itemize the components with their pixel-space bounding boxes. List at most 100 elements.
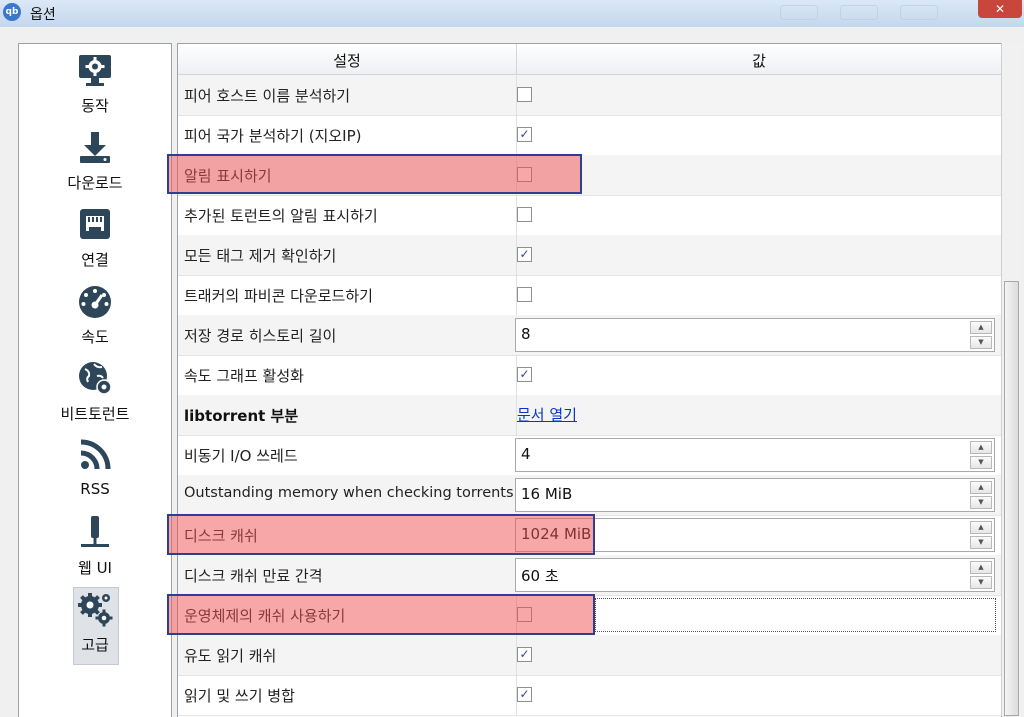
setting-name: 모든 태그 제거 확인하기 bbox=[184, 247, 337, 265]
setting-name: 디스크 캐쉬 만료 간격 bbox=[184, 567, 323, 585]
table-row: 모든 태그 제거 확인하기 ✓ bbox=[178, 235, 1001, 276]
setting-checkbox[interactable] bbox=[517, 207, 532, 222]
focus-rectangle bbox=[595, 598, 996, 632]
table-row: 유도 읽기 캐쉬 ✓ bbox=[178, 635, 1001, 676]
sidebar-item-downloads[interactable]: 다운로드 bbox=[19, 125, 171, 195]
close-button[interactable]: ✕ bbox=[978, 0, 1022, 18]
setting-spinbox[interactable]: 16 MiB ▲ ▼ bbox=[515, 478, 995, 512]
setting-name: 속도 그래프 활성화 bbox=[184, 367, 304, 385]
spinbox-value[interactable]: 16 MiB bbox=[521, 485, 572, 503]
setting-spinbox[interactable]: 1024 MiB ▲ ▼ bbox=[515, 518, 995, 552]
column-header-setting[interactable]: 설정 bbox=[178, 50, 516, 71]
setting-name: 트래커의 파비콘 다운로드하기 bbox=[184, 287, 373, 305]
setting-checkbox[interactable] bbox=[517, 87, 532, 102]
table-row: 피어 호스트 이름 분석하기 bbox=[178, 75, 1001, 116]
title-bar: qb 옵션 ✕ bbox=[0, 0, 1024, 27]
sidebar-item-label: 연결 bbox=[81, 251, 109, 269]
sidebar-item-connection[interactable]: 연결 bbox=[19, 202, 171, 272]
checkmark-icon: ✓ bbox=[519, 687, 530, 701]
spin-up-icon[interactable]: ▲ bbox=[970, 561, 992, 574]
vertical-scrollbar[interactable] bbox=[1001, 43, 1022, 716]
download-icon bbox=[80, 132, 110, 163]
setting-name: 비동기 I/O 쓰레드 bbox=[184, 447, 298, 465]
setting-checkbox[interactable]: ✓ bbox=[517, 127, 532, 142]
setting-checkbox[interactable] bbox=[517, 607, 532, 622]
setting-name: Outstanding memory when checking torrent… bbox=[184, 485, 514, 501]
table-row: 저장 경로 히스토리 길이 8 ▲ ▼ bbox=[178, 315, 1001, 356]
setting-name: 피어 호스트 이름 분석하기 bbox=[184, 87, 351, 105]
gears-icon bbox=[78, 593, 113, 627]
setting-name: 유도 읽기 캐쉬 bbox=[184, 647, 277, 665]
setting-checkbox[interactable]: ✓ bbox=[517, 367, 532, 382]
spin-down-icon[interactable]: ▼ bbox=[970, 576, 992, 589]
sidebar-item-web-ui[interactable]: 웹 UI bbox=[19, 510, 171, 580]
globe-gear-icon bbox=[79, 362, 112, 395]
spin-up-icon[interactable]: ▲ bbox=[970, 321, 992, 334]
spin-up-icon[interactable]: ▲ bbox=[970, 481, 992, 494]
window-title: 옵션 bbox=[30, 7, 56, 23]
sidebar-item-label: RSS bbox=[80, 480, 110, 498]
setting-spinbox[interactable]: 8 ▲ ▼ bbox=[515, 318, 995, 352]
setting-spinbox[interactable]: 4 ▲ ▼ bbox=[515, 438, 995, 472]
checkmark-icon: ✓ bbox=[519, 247, 530, 261]
rss-icon bbox=[80, 439, 111, 470]
sidebar-item-behavior[interactable]: 동작 bbox=[19, 48, 171, 118]
setting-spinbox[interactable]: 60 초 ▲ ▼ bbox=[515, 558, 995, 592]
spinbox-arrows: ▲ ▼ bbox=[970, 441, 992, 469]
sidebar-item-advanced[interactable]: 고급 bbox=[19, 587, 171, 665]
sidebar-item-rss[interactable]: RSS bbox=[19, 433, 171, 503]
settings-table: 설정 값 피어 호스트 이름 분석하기 피어 국가 분석하기 (지오IP) ✓ … bbox=[177, 43, 1002, 717]
table-row: 운영체제의 캐쉬 사용하기 bbox=[178, 595, 1001, 636]
options-sidebar: 동작 다운로드 연결 속도 비트토런트 RSS 웹 UI 고급 bbox=[18, 43, 172, 717]
table-row: 읽기 및 쓰기 병합 ✓ bbox=[178, 675, 1001, 716]
open-docs-link[interactable]: 문서 열기 bbox=[517, 404, 577, 425]
table-row: libtorrent 부분 문서 열기 bbox=[178, 395, 1001, 436]
setting-checkbox[interactable]: ✓ bbox=[517, 247, 532, 262]
checkmark-icon: ✓ bbox=[519, 647, 530, 661]
spin-down-icon[interactable]: ▼ bbox=[970, 336, 992, 349]
spin-down-icon[interactable]: ▼ bbox=[970, 536, 992, 549]
setting-checkbox[interactable] bbox=[517, 287, 532, 302]
setting-name: 디스크 캐쉬 bbox=[184, 527, 258, 545]
spinbox-arrows: ▲ ▼ bbox=[970, 561, 992, 589]
sidebar-item-label: 비트토런트 bbox=[60, 405, 130, 423]
setting-name: 피어 국가 분석하기 (지오IP) bbox=[184, 127, 362, 145]
setting-checkbox[interactable]: ✓ bbox=[517, 687, 532, 702]
sidebar-item-label: 동작 bbox=[81, 97, 109, 115]
spin-up-icon[interactable]: ▲ bbox=[970, 521, 992, 534]
setting-name: 알림 표시하기 bbox=[184, 167, 272, 185]
setting-name: 저장 경로 히스토리 길이 bbox=[184, 327, 337, 345]
table-row: Outstanding memory when checking torrent… bbox=[178, 475, 1001, 516]
spin-down-icon[interactable]: ▼ bbox=[970, 496, 992, 509]
table-row: 알림 표시하기 bbox=[178, 155, 1001, 196]
sidebar-item-speed[interactable]: 속도 bbox=[19, 279, 171, 349]
titlebar-decoration bbox=[900, 5, 938, 20]
spin-up-icon[interactable]: ▲ bbox=[970, 441, 992, 454]
spinbox-arrows: ▲ ▼ bbox=[970, 521, 992, 549]
table-row: 피어 국가 분석하기 (지오IP) ✓ bbox=[178, 115, 1001, 156]
spin-down-icon[interactable]: ▼ bbox=[970, 456, 992, 469]
checkmark-icon: ✓ bbox=[519, 367, 530, 381]
sidebar-item-label: 웹 UI bbox=[78, 559, 112, 577]
table-row: 디스크 캐쉬 1024 MiB ▲ ▼ bbox=[178, 515, 1001, 556]
close-icon: ✕ bbox=[994, 2, 1006, 16]
spinbox-arrows: ▲ ▼ bbox=[970, 321, 992, 349]
setting-name: 읽기 및 쓰기 병합 bbox=[184, 687, 295, 705]
table-header: 설정 값 bbox=[178, 44, 1001, 75]
sidebar-item-bittorrent[interactable]: 비트토런트 bbox=[19, 356, 171, 426]
sidebar-item-label: 속도 bbox=[81, 328, 109, 346]
setting-checkbox[interactable] bbox=[517, 167, 532, 182]
scrollbar-thumb[interactable] bbox=[1004, 281, 1019, 716]
titlebar-decoration bbox=[780, 5, 818, 20]
sidebar-item-label: 고급 bbox=[81, 636, 109, 654]
network-port-icon bbox=[80, 209, 110, 239]
column-header-value[interactable]: 값 bbox=[517, 50, 1001, 71]
table-row: 속도 그래프 활성화 ✓ bbox=[178, 355, 1001, 396]
sidebar-item-label: 다운로드 bbox=[67, 174, 123, 192]
spinbox-value[interactable]: 8 bbox=[521, 325, 531, 343]
spinbox-value[interactable]: 60 초 bbox=[521, 565, 559, 586]
setting-checkbox[interactable]: ✓ bbox=[517, 647, 532, 662]
spinbox-value[interactable]: 1024 MiB bbox=[521, 525, 591, 543]
qbittorrent-logo-icon: qb bbox=[3, 3, 21, 21]
spinbox-value[interactable]: 4 bbox=[521, 445, 531, 463]
